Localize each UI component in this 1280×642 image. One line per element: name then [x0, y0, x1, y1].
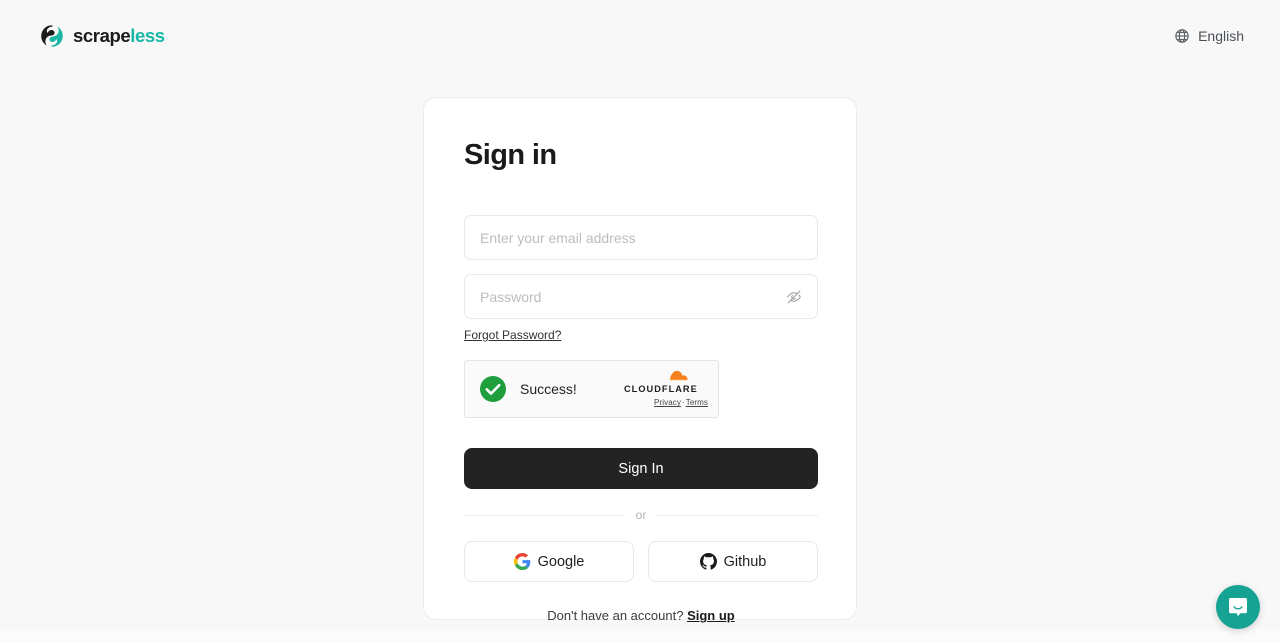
divider-label: or [635, 508, 647, 523]
password-visibility-toggle-button[interactable] [782, 285, 806, 309]
email-field-wrapper [464, 215, 818, 261]
chat-launcher-button[interactable] [1216, 585, 1260, 629]
page-title: Sign in [464, 139, 557, 171]
google-button-label: Google [537, 553, 585, 570]
divider-line-left [464, 514, 625, 516]
social-login-row: Google Github [464, 541, 818, 583]
turnstile-privacy-link[interactable]: Privacy [654, 398, 681, 407]
language-label: English [1198, 28, 1244, 44]
scrapeless-swirl-logo-icon [40, 24, 64, 48]
language-selector[interactable]: English [1170, 22, 1248, 50]
divider-line-right [657, 514, 819, 516]
sign-up-link[interactable]: Sign up [687, 608, 735, 623]
svg-text:CLOUDFLARE: CLOUDFLARE [624, 384, 698, 394]
turnstile-status-text: Success! [520, 381, 577, 398]
brand-name-accent: less [130, 24, 165, 46]
turnstile-branding: CLOUDFLARE Privacy·Terms [624, 370, 708, 408]
cloudflare-turnstile-widget[interactable]: Success! CLOUDFLARE Privacy·Terms [464, 360, 719, 419]
signin-card: Sign in Forgot Password? Success! [423, 97, 857, 623]
google-sign-in-button[interactable]: Google [464, 541, 634, 583]
turnstile-legal-links: Privacy·Terms [654, 398, 708, 407]
signup-prompt-text: Don't have an account? [547, 608, 684, 624]
eye-off-icon [786, 289, 802, 305]
or-divider: or [464, 508, 819, 523]
github-button-label: Github [723, 553, 767, 570]
brand-logo[interactable]: scrapeless [40, 24, 165, 48]
brand-wordmark: scrapeless [73, 24, 165, 46]
github-octocat-icon [699, 553, 717, 570]
page-header: scrapeless English [0, 0, 1280, 72]
password-field-wrapper [464, 274, 818, 320]
globe-icon [1174, 28, 1190, 44]
google-g-icon [513, 553, 531, 571]
forgot-password-link[interactable]: Forgot Password? [464, 328, 561, 342]
github-sign-in-button[interactable]: Github [648, 541, 818, 583]
signup-prompt: Don't have an account? Sign up [464, 608, 818, 623]
password-input[interactable] [464, 274, 818, 320]
page-bottom-strip [0, 630, 1280, 642]
brand-name-dark: scrape [73, 24, 131, 46]
email-input[interactable] [464, 215, 818, 261]
green-check-circle-icon [479, 375, 507, 403]
intercom-chat-icon [1227, 596, 1249, 618]
sign-in-button[interactable]: Sign In [464, 448, 818, 490]
cloudflare-logo-icon: CLOUDFLARE [624, 370, 708, 397]
turnstile-terms-link[interactable]: Terms [686, 398, 708, 407]
